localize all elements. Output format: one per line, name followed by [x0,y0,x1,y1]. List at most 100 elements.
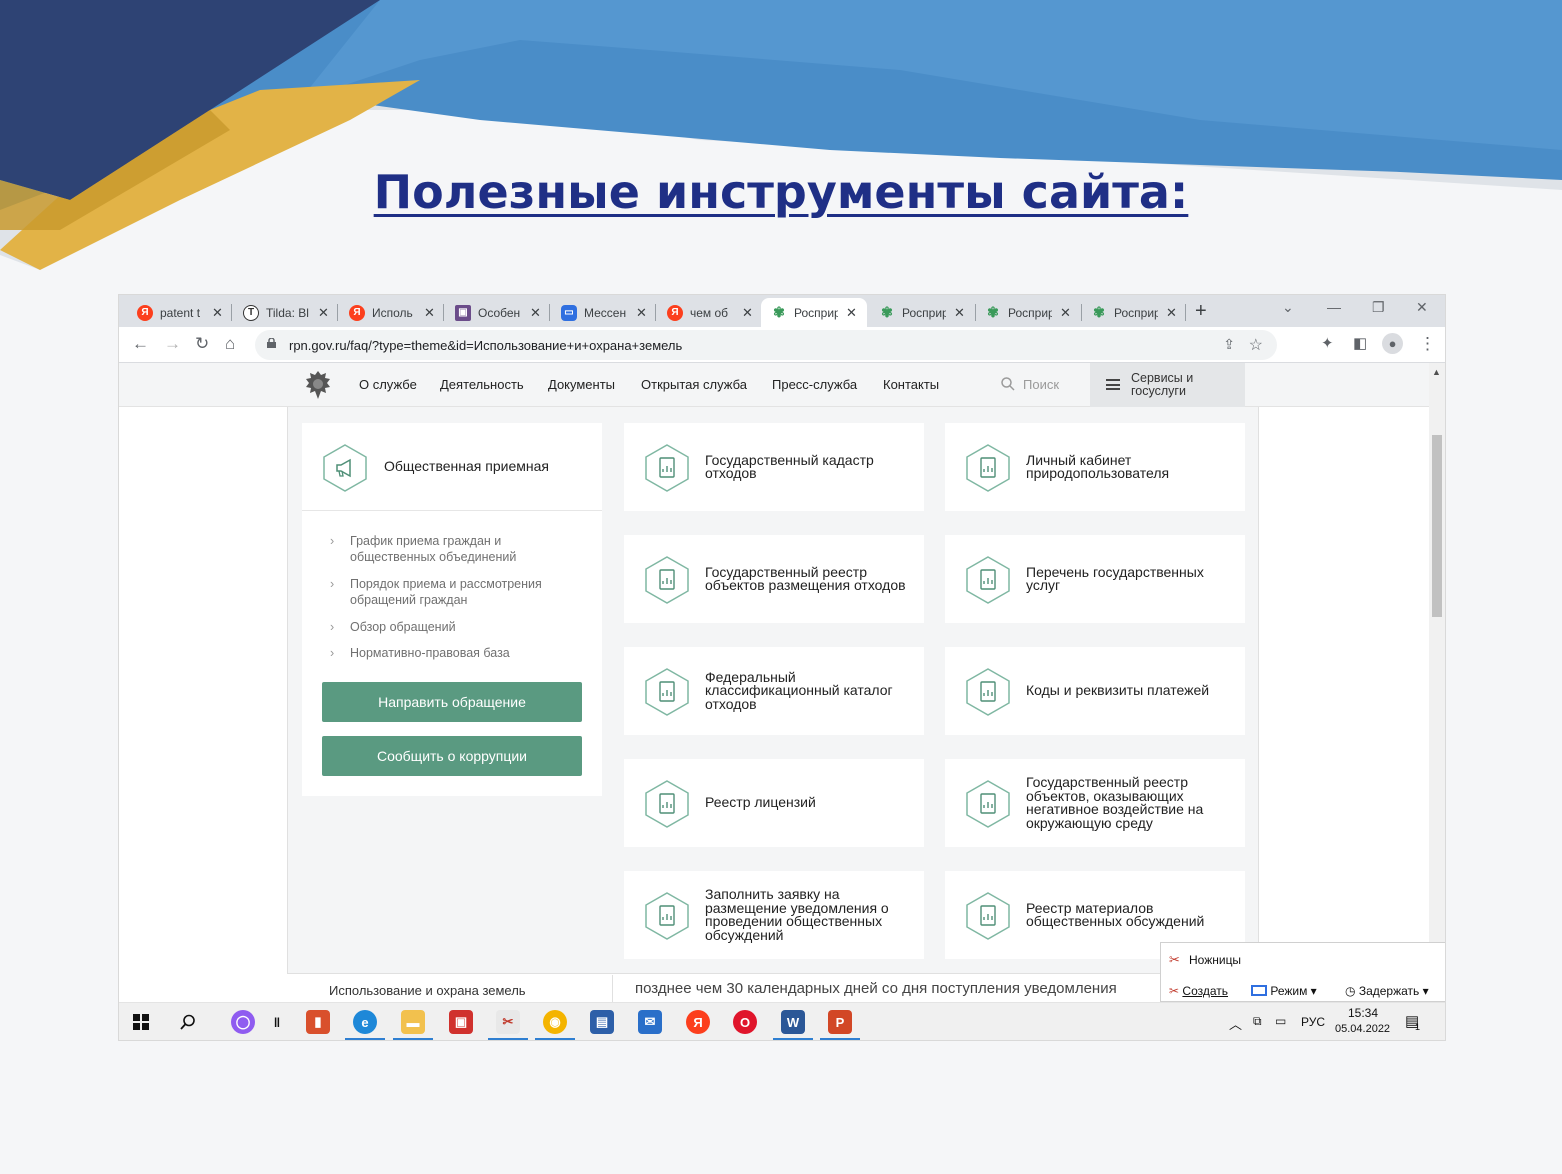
tab-title: Росприр [1114,305,1158,320]
tab-search-icon[interactable]: ⌄ [1282,299,1294,316]
chrome-icon[interactable]: ◉ [543,1010,567,1034]
service-card[interactable]: Перечень государственных услуг [945,535,1245,623]
service-card[interactable]: Заполнить заявку на размещение уведомлен… [624,871,924,959]
powerpoint-icon[interactable]: P [828,1010,852,1034]
word-icon[interactable]: W [781,1010,805,1034]
task-view-icon[interactable]: ‖ [269,1010,285,1034]
yandex-icon: Я [349,304,365,321]
service-card-label: Государственный кадастр отходов [705,451,874,481]
service-card-label: Государственный реестр объектов, оказыва… [1026,774,1204,831]
home-icon[interactable]: ⌂ [225,335,235,353]
clock-time[interactable]: 15:34 [1348,1006,1378,1020]
reload-icon[interactable]: ↻ [195,335,209,353]
nav-press[interactable]: Пресс-служба [772,377,857,392]
folder-search-icon [645,668,689,716]
clock-date[interactable]: 05.04.2022 [1335,1023,1390,1035]
public-reception-header[interactable]: Общественная приемная [302,423,602,511]
explorer-icon[interactable]: ▬ [401,1010,425,1034]
tray-expand-icon[interactable]: ︿ [1229,1014,1242,1033]
close-icon[interactable]: ✕ [530,305,541,321]
reader-icon[interactable]: ▣ [449,1010,473,1034]
service-card[interactable]: Федеральный классификационный каталог от… [624,647,924,735]
forward-icon[interactable]: → [164,335,181,353]
browser-screenshot: Я patent t ✕ T Tilda: Bl ✕ Я Исполь ✕ ▣ … [119,295,1445,1040]
extensions-icon[interactable]: ✦ [1321,335,1334,353]
reception-link[interactable]: › График приема граждан и общественных о… [330,533,570,565]
new-tab-button[interactable]: + [1195,300,1207,323]
bookmark-star-icon[interactable]: ☆ [1249,335,1263,355]
close-icon[interactable]: ✕ [212,305,223,321]
share-icon[interactable]: ⇪ [1223,336,1235,353]
service-card[interactable]: Личный кабинет природопользователя [945,423,1245,511]
browser-tab[interactable]: ▣ Особен ✕ [445,298,541,327]
snipping-tool-icon[interactable]: ✂ [496,1010,520,1034]
menu-kebab-icon[interactable]: ⋮ [1419,335,1436,353]
browser-tab[interactable]: ▭ Мессен ✕ [551,298,647,327]
service-card[interactable]: Коды и реквизиты платежей [945,647,1245,735]
snip-new-button[interactable]: ✂ Создать [1169,984,1228,998]
emblem-logo[interactable] [302,368,334,402]
browser-tab[interactable]: Я patent t ✕ [127,298,223,327]
close-icon[interactable]: ✕ [424,305,435,321]
document-chart-icon [966,892,1010,940]
service-card[interactable]: Государственный реестр объектов размещен… [624,535,924,623]
close-window-button[interactable]: ✕ [1416,299,1428,316]
service-card[interactable]: Реестр лицензий [624,759,924,847]
side-panel-icon[interactable]: ◧ [1353,335,1367,353]
services-menu-button[interactable]: Сервисы и госуслуги [1090,363,1245,407]
snip-delay-button[interactable]: ◷ Задержать ▾ [1345,984,1429,998]
reception-link[interactable]: › Обзор обращений [330,619,456,635]
reception-link[interactable]: › Порядок приема и рассмотрения обращени… [330,576,570,608]
meet-icon[interactable]: ⧉ [1253,1014,1262,1029]
reception-link[interactable]: › Нормативно-правовая база [330,645,510,661]
nav-contacts[interactable]: Контакты [883,377,939,392]
nav-about[interactable]: О службе [359,377,417,392]
language-indicator[interactable]: РУС [1301,1015,1325,1029]
close-icon[interactable]: ✕ [954,305,965,321]
browser-tab[interactable]: ✾ Росприр ✕ [869,298,965,327]
browser-tab[interactable]: T Tilda: Bl ✕ [233,298,329,327]
close-icon[interactable]: ✕ [1166,305,1177,321]
close-icon[interactable]: ✕ [1060,305,1071,321]
send-appeal-button[interactable]: Направить обращение [322,682,582,722]
tab-title: Росприр [902,305,946,320]
yandex-browser-icon[interactable]: Я [686,1010,710,1034]
service-card-label: Заполнить заявку на размещение уведомлен… [705,886,889,943]
alice-icon[interactable]: ◯ [231,1010,255,1034]
close-icon[interactable]: ✕ [846,305,857,321]
back-icon[interactable]: ← [132,335,149,353]
windows-start-icon[interactable] [133,1014,149,1030]
browser-tab[interactable]: Я чем об ✕ [657,298,753,327]
address-bar[interactable]: rpn.gov.ru/faq/?type=theme&id=Использова… [255,330,1277,360]
chevron-right-icon: › [330,620,335,634]
profile-avatar[interactable]: ● [1382,333,1403,354]
bookmark-app-icon[interactable]: ▮ [306,1010,330,1034]
nav-documents[interactable]: Документы [548,377,615,392]
browser-tab[interactable]: Я Исполь ✕ [339,298,435,327]
reception-link-label: Обзор обращений [350,620,456,634]
close-icon[interactable]: ✕ [636,305,647,321]
store-icon[interactable]: ▤ [590,1010,614,1034]
opera-icon[interactable]: O [733,1010,757,1034]
site-search[interactable]: Поиск [1001,377,1059,392]
scrollbar-thumb[interactable] [1432,435,1442,617]
close-icon[interactable]: ✕ [318,305,329,321]
service-card[interactable]: Государственный реестр объектов, оказыва… [945,759,1245,847]
browser-tab-active[interactable]: ✾ Росприр ✕ [761,298,867,327]
minimize-button[interactable]: — [1327,299,1341,315]
report-corruption-button[interactable]: Сообщить о коррупции [322,736,582,776]
scroll-up-arrow[interactable]: ▲ [1432,367,1441,377]
restore-button[interactable]: ❐ [1372,299,1385,316]
edge-icon[interactable]: e [353,1010,377,1034]
snip-mode-button[interactable]: Режим ▾ [1251,984,1317,998]
nav-open-service[interactable]: Открытая служба [641,377,747,392]
browser-tab[interactable]: ✾ Росприр ✕ [975,298,1071,327]
service-card[interactable]: Государственный кадастр отходов [624,423,924,511]
rpn-icon: ✾ [987,304,999,320]
mail-icon[interactable]: ✉ [638,1010,662,1034]
close-icon[interactable]: ✕ [742,305,753,321]
nav-activity[interactable]: Деятельность [440,377,524,392]
browser-tab[interactable]: ✾ Росприр ✕ [1081,298,1177,327]
search-icon[interactable] [180,1014,196,1030]
network-icon[interactable]: ▭ [1275,1014,1286,1028]
